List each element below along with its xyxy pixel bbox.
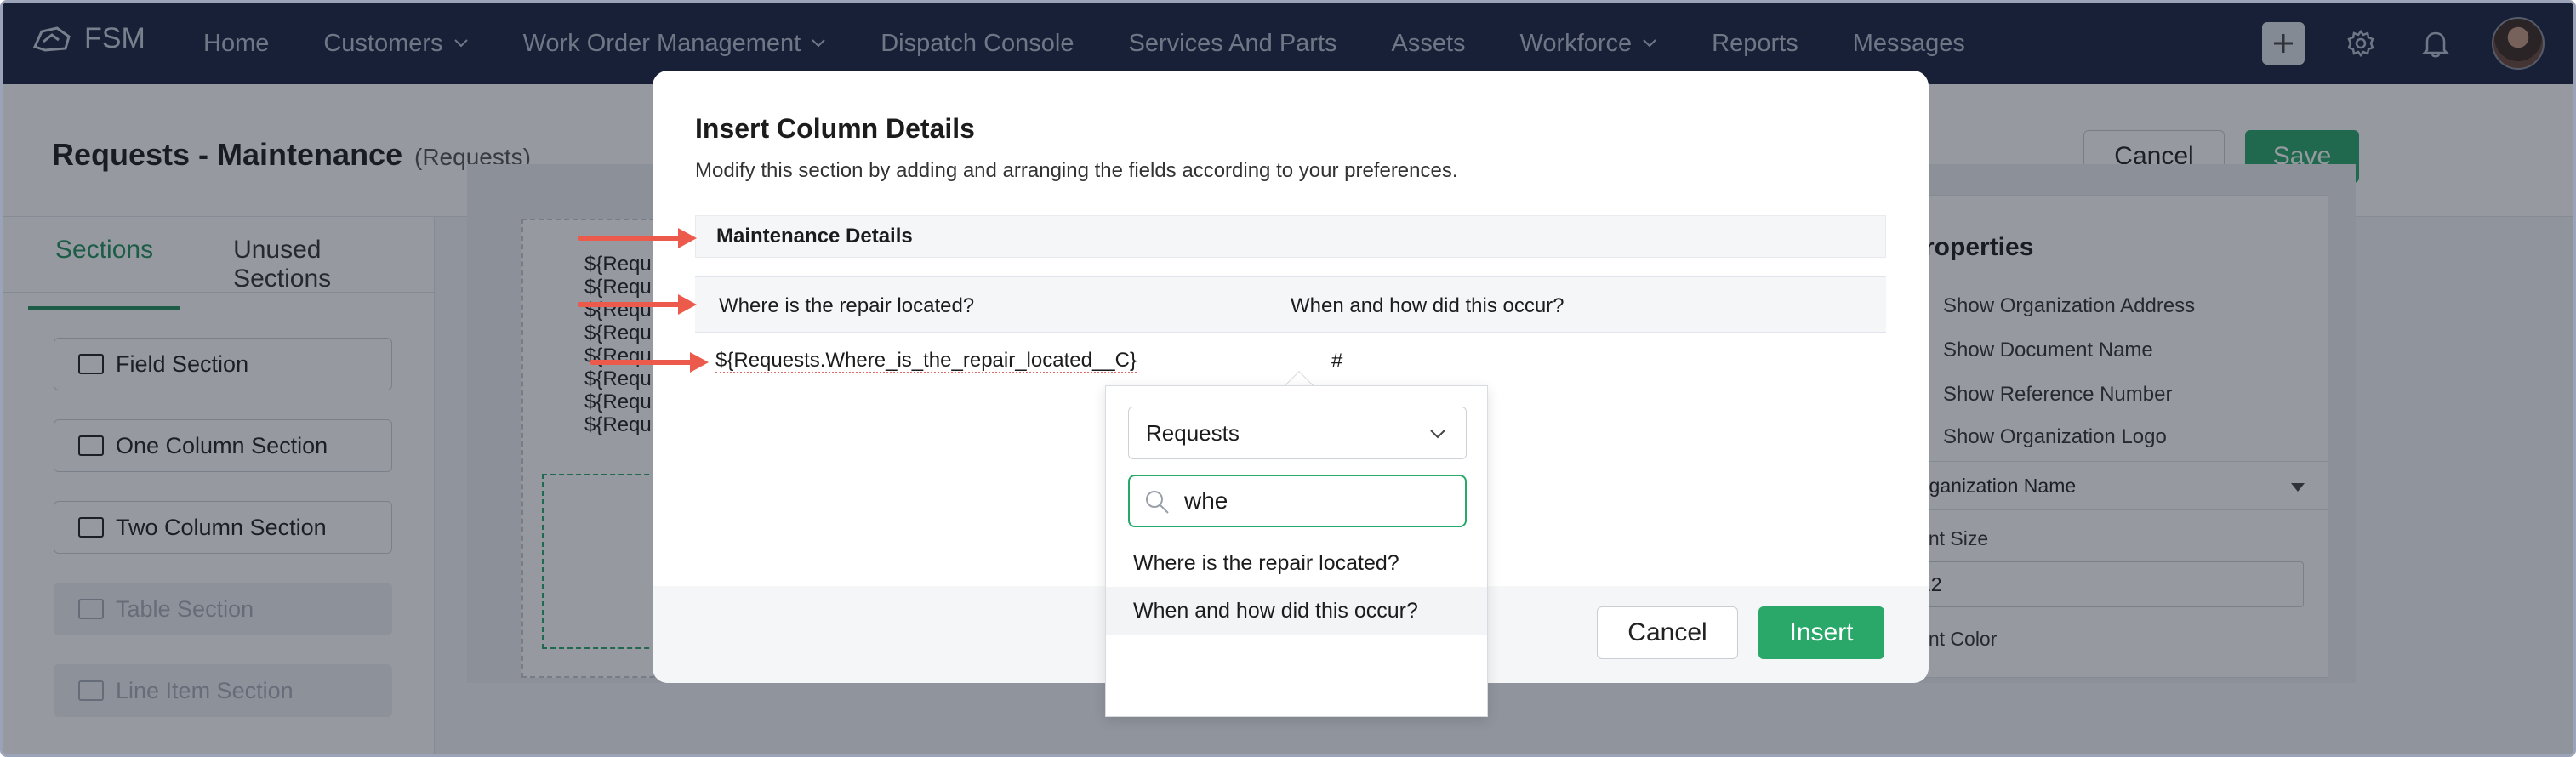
column-value-row: ${Requests.Where_is_the_repair_located__… xyxy=(695,344,1886,378)
annotation-arrow-values xyxy=(590,352,709,373)
modal-title: Insert Column Details xyxy=(695,113,975,144)
app-window: FSM Home Customers Work Order Management Di… xyxy=(0,0,2576,757)
annotation-arrow-section xyxy=(578,228,697,248)
field-picker-dropdown: Requests whe Where is the repair located… xyxy=(1105,385,1488,717)
modal-insert-button[interactable]: Insert xyxy=(1758,606,1884,659)
column-header-1[interactable]: Where is the repair located? xyxy=(719,294,974,318)
chevron-down-icon xyxy=(1430,430,1445,439)
column-header-2[interactable]: When and how did this occur? xyxy=(1291,294,1564,318)
module-select-value: Requests xyxy=(1146,419,1240,446)
annotation-arrow-columns xyxy=(578,294,697,315)
search-icon xyxy=(1146,491,1169,514)
modal-description: Modify this section by adding and arrang… xyxy=(695,159,1458,182)
section-name-row[interactable]: Maintenance Details xyxy=(695,215,1886,258)
field-option[interactable]: Where is the repair located? xyxy=(1106,539,1487,587)
column-value-1[interactable]: ${Requests.Where_is_the_repair_located__… xyxy=(715,350,1137,373)
column-header-row: Where is the repair located? When and ho… xyxy=(695,276,1886,333)
field-search-value: whe xyxy=(1184,487,1228,514)
module-select[interactable]: Requests xyxy=(1128,407,1467,459)
modal-cancel-button[interactable]: Cancel xyxy=(1597,606,1738,659)
column-value-2[interactable]: # xyxy=(1331,350,1342,373)
field-option[interactable]: When and how did this occur? xyxy=(1106,587,1487,635)
field-search-input[interactable]: whe xyxy=(1128,475,1467,527)
